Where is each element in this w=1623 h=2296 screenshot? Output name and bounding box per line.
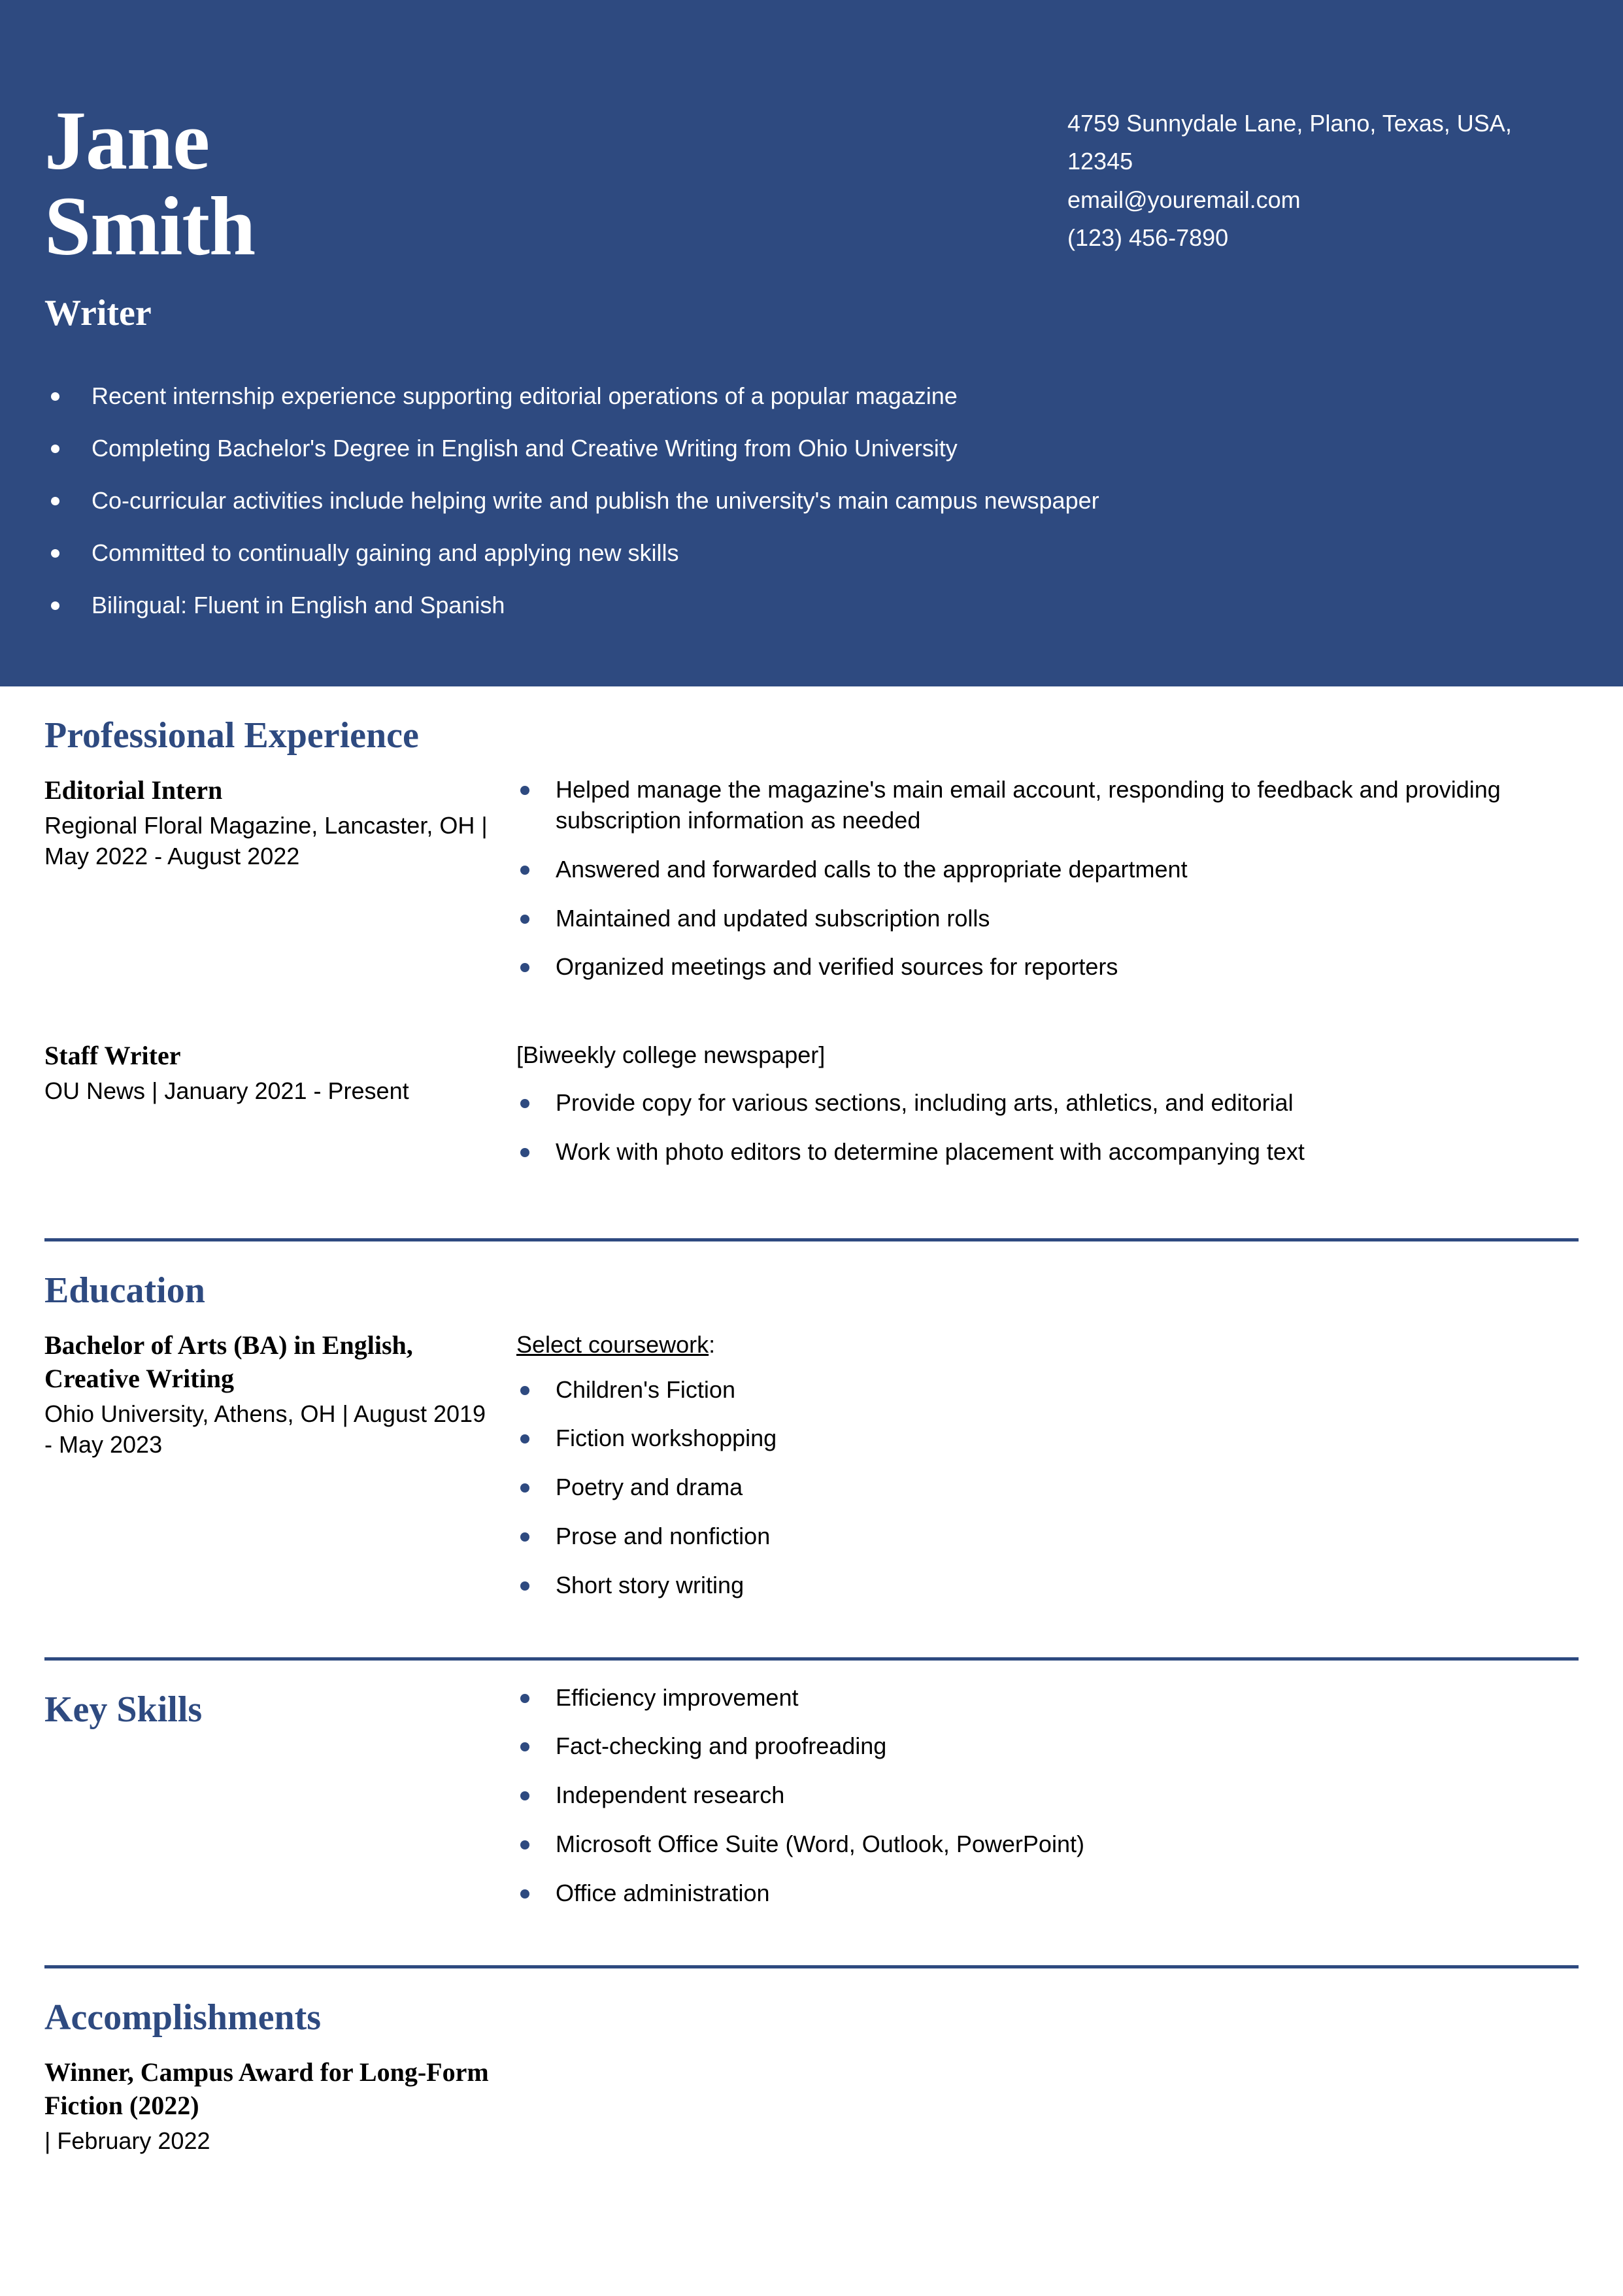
entry-job-title: Editorial Intern <box>44 775 223 805</box>
entry-bullet-list: Helped manage the magazine's main email … <box>516 775 1579 983</box>
entry-note: [Biweekly college newspaper] <box>516 1041 826 1069</box>
candidate-name: Jane Smith <box>44 94 256 273</box>
summary-item: Bilingual: Fluent in English and Spanish <box>51 590 1525 620</box>
entry-right-column: Select coursework: Children's Fiction Fi… <box>516 1328 1579 1619</box>
coursework-label-colon: : <box>709 1330 716 1358</box>
entry-bullet: Helped manage the magazine's main email … <box>516 775 1579 836</box>
entry-left-column: Staff Writer OU News | January 2021 - Pr… <box>44 1039 516 1107</box>
resume-header: Jane Smith Writer 4759 Sunnydale Lane, P… <box>0 0 1623 686</box>
entry-bullet: Provide copy for various sections, inclu… <box>516 1088 1579 1119</box>
coursework-item: Children's Fiction <box>516 1375 1579 1406</box>
coursework-list: Children's Fiction Fiction workshopping … <box>516 1375 1579 1601</box>
summary-item: Recent internship experience supporting … <box>51 381 1525 411</box>
coursework-item: Poetry and drama <box>516 1472 1579 1503</box>
section-title-skills: Key Skills <box>44 1689 203 1730</box>
entry-left-column: Winner, Campus Award for Long-Form Ficti… <box>44 2055 516 2157</box>
experience-entry-staff-writer: Staff Writer OU News | January 2021 - Pr… <box>44 1039 1579 1185</box>
coursework-item: Fiction workshopping <box>516 1423 1579 1454</box>
section-title-accomplishments: Accomplishments <box>44 1997 322 2038</box>
candidate-last-name: Smith <box>44 179 256 273</box>
skill-item: Fact-checking and proofreading <box>516 1731 1579 1762</box>
name-block: Jane Smith Writer <box>44 0 256 334</box>
entry-left-column: Bachelor of Arts (BA) in English, Creati… <box>44 1328 516 1460</box>
school-dates: Ohio University, Athens, OH | August 201… <box>44 1400 486 1458</box>
skills-top-spacer <box>516 1664 1579 1683</box>
entry-right-column: Helped manage the magazine's main email … <box>516 773 1579 1001</box>
skill-item: Independent research <box>516 1780 1579 1811</box>
entry-bullet: Organized meetings and verified sources … <box>516 952 1579 983</box>
candidate-job-title: Writer <box>44 293 152 334</box>
entry-bullet: Maintained and updated subscription roll… <box>516 903 1579 934</box>
section-professional-experience: Professional Experience Editorial Intern… <box>44 686 1579 1238</box>
experience-entry-editorial-intern: Editorial Intern Regional Floral Magazin… <box>44 773 1579 1001</box>
summary-item: Committed to continually gaining and app… <box>51 538 1525 567</box>
entry-right-column <box>516 2055 1579 2057</box>
coursework-item: Prose and nonfiction <box>516 1521 1579 1552</box>
coursework-label: Select coursework: <box>516 1330 1579 1360</box>
entry-spacer <box>44 1007 1579 1039</box>
entry-job-title: Staff Writer <box>44 1041 181 1071</box>
contact-address: 4759 Sunnydale Lane, Plano, Texas, USA, … <box>1067 110 1512 175</box>
entry-bullet: Work with photo editors to determine pla… <box>516 1137 1579 1168</box>
summary-item: Completing Bachelor's Degree in English … <box>51 433 1525 463</box>
contact-email[interactable]: email@youremail.com <box>1067 181 1525 219</box>
resume-body: Professional Experience Editorial Intern… <box>0 686 1623 2157</box>
candidate-first-name: Jane <box>44 94 210 187</box>
skill-item: Efficiency improvement <box>516 1683 1579 1714</box>
coursework-item: Short story writing <box>516 1570 1579 1601</box>
skill-item: Office administration <box>516 1878 1579 1909</box>
section-education: Education Bachelor of Arts (BA) in Engli… <box>44 1241 1579 1657</box>
degree-title: Bachelor of Arts (BA) in English, Creati… <box>44 1330 413 1393</box>
section-accomplishments: Accomplishments Winner, Campus Award for… <box>44 1968 1579 2157</box>
section-title-education: Education <box>44 1270 205 1311</box>
entry-left-column: Key Skills <box>44 1663 516 1747</box>
summary-list: Recent internship experience supporting … <box>0 381 1623 620</box>
award-date: | February 2022 <box>44 2127 210 2155</box>
education-entry: Bachelor of Arts (BA) in English, Creati… <box>44 1328 1579 1619</box>
skills-entry: Key Skills Efficiency improvement Fact-c… <box>44 1663 1579 1927</box>
skills-list: Efficiency improvement Fact-checking and… <box>516 1683 1579 1909</box>
section-key-skills: Key Skills Efficiency improvement Fact-c… <box>44 1661 1579 1965</box>
entry-bullet: Answered and forwarded calls to the appr… <box>516 854 1579 885</box>
award-title: Winner, Campus Award for Long-Form Ficti… <box>44 2057 489 2120</box>
entry-left-column: Editorial Intern Regional Floral Magazin… <box>44 773 516 872</box>
entry-bullet-list: Provide copy for various sections, inclu… <box>516 1088 1579 1168</box>
coursework-label-text: Select coursework <box>516 1330 709 1358</box>
section-title-experience: Professional Experience <box>44 715 419 756</box>
header-top-row: Jane Smith Writer 4759 Sunnydale Lane, P… <box>0 0 1623 334</box>
summary-item: Co-curricular activities include helping… <box>51 486 1525 515</box>
contact-phone[interactable]: (123) 456-7890 <box>1067 219 1525 257</box>
entry-right-column: [Biweekly college newspaper] Provide cop… <box>516 1039 1579 1185</box>
entry-company-dates: OU News | January 2021 - Present <box>44 1077 409 1105</box>
accomplishment-entry: Winner, Campus Award for Long-Form Ficti… <box>44 2055 1579 2157</box>
contact-block: 4759 Sunnydale Lane, Plano, Texas, USA, … <box>1067 0 1525 257</box>
entry-right-column: Efficiency improvement Fact-checking and… <box>516 1663 1579 1927</box>
entry-company-dates: Regional Floral Magazine, Lancaster, OH … <box>44 812 488 870</box>
skill-item: Microsoft Office Suite (Word, Outlook, P… <box>516 1829 1579 1860</box>
